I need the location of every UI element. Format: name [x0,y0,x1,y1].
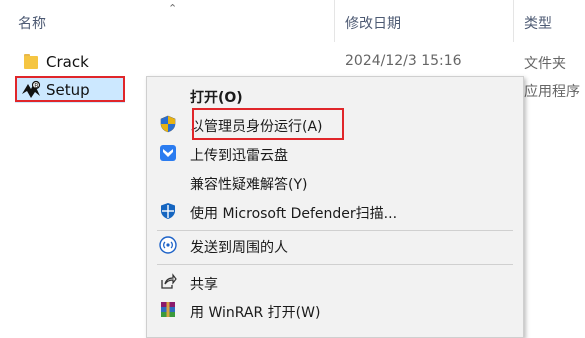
file-type: 文件夹 [524,56,566,72]
nearby-share-icon [159,236,177,254]
winrar-icon [159,301,177,319]
menu-separator [157,264,513,265]
column-modified[interactable]: 修改日期 [345,13,401,33]
defender-shield-icon [159,202,177,220]
file-type: 应用程序 [524,84,580,100]
annotation-box [15,76,125,102]
annotation-box [192,108,344,140]
menu-item-upload-thunder[interactable]: 上传到迅雷云盘 [147,139,523,169]
menu-item-defender-scan[interactable]: 使用 Microsoft Defender扫描... [147,197,523,227]
share-icon [159,273,177,291]
uac-shield-icon [159,115,177,133]
thunder-cloud-icon [159,144,177,162]
menu-item-compatibility[interactable]: 兼容性疑难解答(Y) [147,168,523,198]
column-name[interactable]: 名称 [18,13,46,33]
file-name: Crack [46,53,89,71]
menu-item-open[interactable]: 打开(O) [147,81,523,111]
menu-item-label: 使用 Microsoft Defender扫描... [190,206,398,222]
column-header: ⌃ 名称 修改日期 类型 [0,0,585,42]
folder-icon [24,54,38,69]
menu-item-label: 打开(O) [190,90,243,106]
menu-item-label: 共享 [190,277,218,293]
menu-item-label: 兼容性疑难解答(Y) [190,177,308,193]
menu-item-label: 发送到周围的人 [190,240,288,256]
file-date: 2024/12/3 15:16 [345,53,462,69]
file-row-crack[interactable]: Crack 2024/12/3 15:16 文件夹 [0,49,585,75]
menu-item-nearby-share[interactable]: 发送到周围的人 [147,231,523,261]
menu-item-label: 上传到迅雷云盘 [190,148,288,164]
column-type[interactable]: 类型 [524,13,552,33]
menu-item-label: 用 WinRAR 打开(W) [190,305,321,321]
sort-up-icon: ⌃ [168,2,178,15]
menu-item-share[interactable]: 共享 [147,268,523,298]
menu-item-winrar-open[interactable]: 用 WinRAR 打开(W) [147,296,523,326]
column-divider[interactable] [334,0,335,42]
column-divider[interactable] [513,0,514,42]
